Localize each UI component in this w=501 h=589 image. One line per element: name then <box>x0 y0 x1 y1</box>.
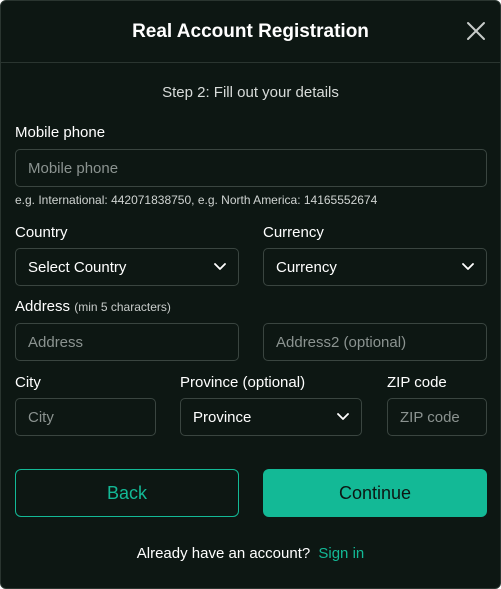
address-input[interactable] <box>15 323 239 361</box>
close-icon[interactable] <box>466 21 486 41</box>
zip-code-label: ZIP code <box>387 374 447 391</box>
city-label: City <box>15 374 41 391</box>
step-indicator: Step 2: Fill out your details <box>162 84 339 101</box>
signin-prompt-text: Already have an account? <box>136 545 311 562</box>
address-label: Address (min 5 characters) <box>15 298 171 315</box>
mobile-phone-hint: e.g. International: 442071838750, e.g. N… <box>15 193 378 207</box>
country-select-value: Select Country <box>28 258 127 276</box>
modal-header: Real Account Registration <box>1 1 500 63</box>
mobile-phone-label: Mobile phone <box>15 124 106 141</box>
country-select[interactable]: Select Country <box>15 248 239 286</box>
currency-label: Currency <box>263 224 324 241</box>
province-select[interactable]: Province <box>180 398 362 436</box>
registration-modal: Real Account Registration Step 2: Fill o… <box>0 0 501 589</box>
country-label: Country <box>15 224 68 241</box>
continue-button-label: Continue <box>338 482 412 503</box>
sign-in-link[interactable]: Sign in <box>318 545 364 562</box>
modal-title: Real Account Registration <box>132 21 369 42</box>
province-select-value: Province <box>193 408 252 426</box>
continue-button[interactable]: Continue <box>263 469 487 517</box>
currency-select[interactable]: Currency <box>263 248 487 286</box>
province-label: Province (optional) <box>180 374 306 391</box>
address2-input[interactable] <box>263 323 487 361</box>
address-label-text: Address <box>15 298 71 315</box>
mobile-phone-input[interactable] <box>15 149 487 187</box>
back-button-label: Back <box>106 482 148 503</box>
zip-code-input[interactable] <box>387 398 487 436</box>
address-label-note: (min 5 characters) <box>74 300 171 314</box>
signin-prompt: Already have an account? Sign in <box>1 545 500 562</box>
chevron-down-icon <box>462 263 474 270</box>
chevron-down-icon <box>214 263 226 270</box>
currency-select-value: Currency <box>276 258 337 276</box>
city-input[interactable] <box>15 398 156 436</box>
back-button[interactable]: Back <box>15 469 239 517</box>
chevron-down-icon <box>337 413 349 420</box>
